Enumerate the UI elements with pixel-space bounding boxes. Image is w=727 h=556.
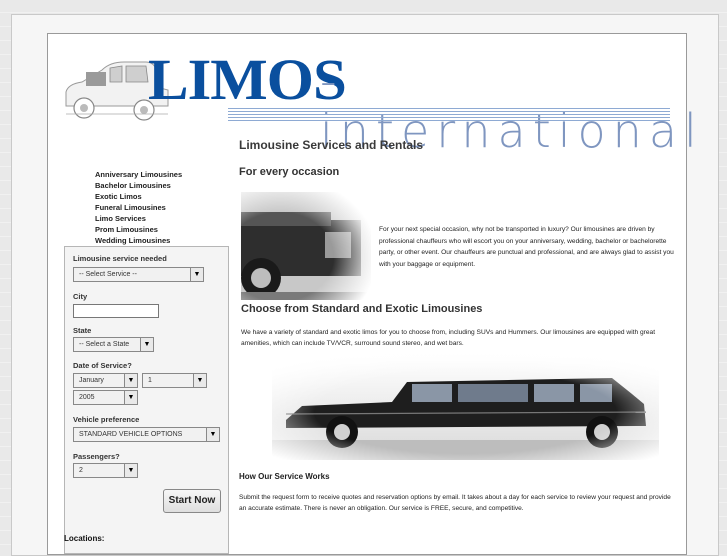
- service-select-value: -- Select Service --: [79, 271, 137, 278]
- page-title: Limousine Services and Rentals: [239, 138, 424, 152]
- chevron-down-icon: ▼: [206, 428, 219, 441]
- chevron-down-icon: ▼: [190, 268, 203, 281]
- chevron-down-icon: ▼: [124, 374, 137, 387]
- day-select-value: 1: [148, 377, 152, 384]
- chevron-down-icon: ▼: [193, 374, 206, 387]
- logo-underline: [228, 108, 670, 124]
- standard-exotic-heading: Choose from Standard and Exotic Limousin…: [241, 303, 483, 315]
- how-it-works-heading: How Our Service Works: [239, 472, 330, 481]
- vehicle-select[interactable]: STANDARD VEHICLE OPTIONS ▼: [73, 427, 220, 442]
- service-label: Limousine service needed: [73, 254, 167, 263]
- service-link[interactable]: Bachelor Limousines: [95, 180, 182, 191]
- service-link[interactable]: Prom Limousines: [95, 224, 182, 235]
- site-header: LIMOS -international: [48, 34, 697, 156]
- passengers-select[interactable]: 2 ▼: [73, 463, 138, 478]
- quote-form: Limousine service needed -- Select Servi…: [64, 246, 229, 554]
- page: LIMOS -international Limousine Services …: [47, 33, 697, 555]
- stretch-limo-photo: [272, 354, 659, 460]
- city-input[interactable]: [73, 304, 159, 318]
- chevron-down-icon: ▼: [124, 391, 137, 404]
- vehicle-label: Vehicle preference: [73, 415, 140, 424]
- start-now-button[interactable]: Start Now: [163, 489, 221, 513]
- chevron-down-icon: ▼: [140, 338, 153, 351]
- service-link[interactable]: Exotic Limos: [95, 191, 182, 202]
- year-select[interactable]: 2005 ▼: [73, 390, 138, 405]
- chevron-down-icon: ▼: [124, 464, 137, 477]
- day-select[interactable]: 1 ▼: [142, 373, 207, 388]
- service-link[interactable]: Anniversary Limousines: [95, 169, 182, 180]
- service-link[interactable]: Limo Services: [95, 213, 182, 224]
- logo-limos: LIMOS: [148, 47, 347, 112]
- standard-exotic-paragraph: We have a variety of standard and exotic…: [241, 329, 656, 348]
- services-nav: Anniversary Limousines Bachelor Limousin…: [95, 169, 182, 246]
- state-label: State: [73, 326, 92, 335]
- month-select-value: January: [79, 377, 104, 384]
- how-it-works-paragraph: Submit the request form to receive quote…: [239, 494, 671, 513]
- vehicle-select-value: STANDARD VEHICLE OPTIONS: [79, 431, 183, 438]
- service-link[interactable]: Wedding Limousines: [95, 235, 182, 246]
- passengers-label: Passengers?: [73, 452, 120, 461]
- limo-front-photo: [241, 192, 371, 300]
- service-link[interactable]: Funeral Limousines: [95, 202, 182, 213]
- year-select-value: 2005: [79, 394, 95, 401]
- service-select[interactable]: -- Select Service -- ▼: [73, 267, 204, 282]
- state-select[interactable]: -- Select a State ▼: [73, 337, 154, 352]
- date-label: Date of Service?: [73, 361, 132, 370]
- locations-label: Locations:: [64, 534, 105, 543]
- month-select[interactable]: January ▼: [73, 373, 138, 388]
- state-select-value: -- Select a State: [79, 341, 130, 348]
- passengers-select-value: 2: [79, 467, 83, 474]
- city-label: City: [73, 292, 88, 301]
- intro-paragraph: For your next special occasion, why not …: [379, 226, 674, 268]
- occasion-heading: For every occasion: [239, 166, 340, 178]
